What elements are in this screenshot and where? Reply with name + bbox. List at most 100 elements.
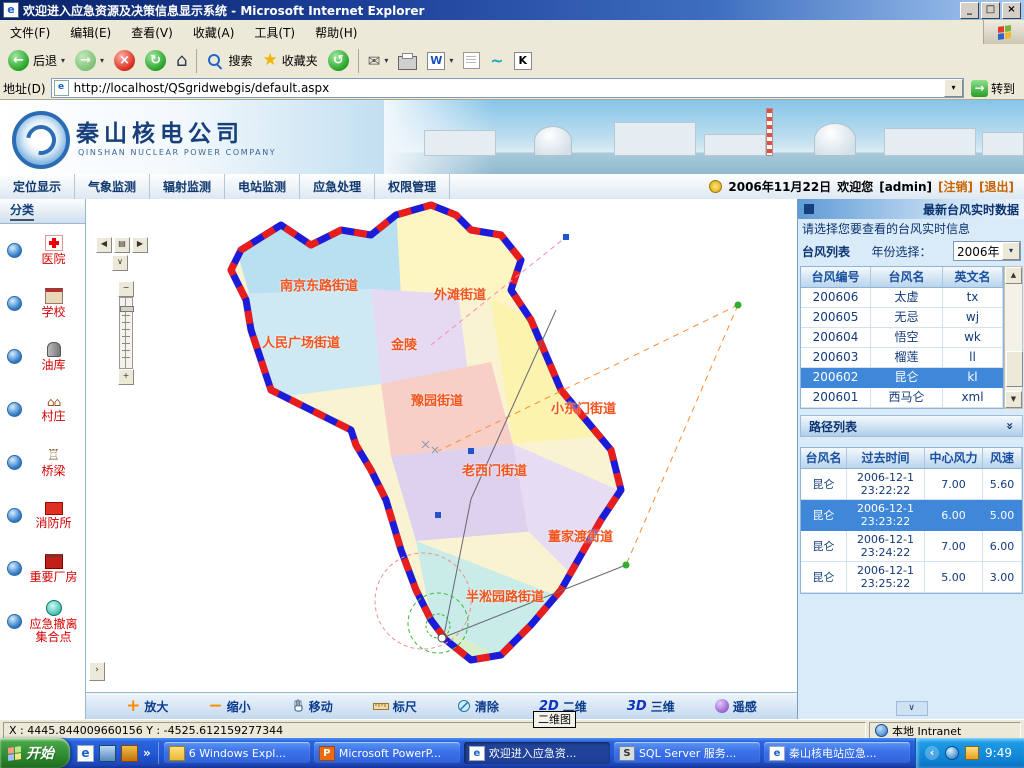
layer-toggle-icon[interactable] — [7, 349, 22, 364]
back-button[interactable]: ← 后退 ▾ — [4, 48, 69, 73]
table-row[interactable]: 昆仑 2006-12-1 23:25:22 5.00 3.00 — [801, 562, 1022, 593]
address-dropdown-icon[interactable]: ▾ — [944, 79, 963, 97]
word-button[interactable]: W ▾ — [423, 50, 457, 72]
layer-toggle-icon[interactable] — [7, 508, 22, 523]
mail-button[interactable]: ✉ ▾ — [364, 50, 393, 72]
sidebar-item-oil-depot[interactable]: 油库 — [0, 330, 85, 383]
layer-toggle-icon[interactable] — [7, 614, 22, 629]
ie-quicklaunch-icon[interactable]: e — [77, 745, 94, 762]
tab-radiation-monitor[interactable]: 辐射监测 — [150, 174, 225, 199]
task-windows-explorer[interactable]: 6 Windows Expl... — [164, 742, 310, 764]
table-row[interactable]: 200604 悟空 wk — [801, 328, 1003, 348]
task-sql-server[interactable]: S SQL Server 服务... — [614, 742, 760, 764]
sidebar-item-assembly-point[interactable]: 应急撤离集合点 — [0, 595, 85, 648]
menu-favorites[interactable]: 收藏(A) — [183, 20, 245, 45]
sidebar-item-village[interactable]: ⌂⌂ 村庄 — [0, 383, 85, 436]
refresh-button[interactable]: ↻ — [141, 48, 170, 73]
tab-location-display[interactable]: 定位显示 — [0, 174, 75, 199]
show-desktop-icon[interactable] — [99, 745, 116, 762]
quicklaunch-overflow-icon[interactable]: » — [143, 746, 151, 760]
table-row[interactable]: 200606 太虚 tx — [801, 288, 1003, 308]
exit-link[interactable]: [退出] — [979, 178, 1014, 195]
k-tool-button[interactable]: K — [510, 50, 536, 72]
map-clear-button[interactable]: 清除 — [457, 698, 499, 715]
taskbar-clock[interactable]: 9:49 — [985, 746, 1012, 760]
favorites-button[interactable]: ★ 收藏夹 — [259, 50, 322, 71]
zoom-in-icon[interactable]: + — [118, 369, 134, 385]
collapse-chevron-icon[interactable]: » — [1003, 422, 1017, 430]
year-select-arrow-icon[interactable]: ▾ — [1002, 242, 1020, 260]
year-select[interactable]: 2006年 ▾ — [953, 241, 1021, 261]
zoom-thumb[interactable] — [120, 306, 134, 312]
sidebar-item-hospital[interactable]: 医院 — [0, 224, 85, 277]
table-row[interactable]: 昆仑 2006-12-1 23:22:22 7.00 5.60 — [801, 469, 1022, 500]
zoom-track[interactable] — [119, 297, 133, 369]
gis-map-canvas[interactable] — [86, 199, 797, 693]
table-row[interactable]: 200603 榴莲 ll — [801, 348, 1003, 368]
tray-volume-icon[interactable] — [965, 746, 979, 760]
back-dropdown-icon[interactable]: ▾ — [61, 56, 65, 65]
list-scrollbar[interactable]: ▲ ▼ — [1004, 266, 1023, 409]
layer-toggle-icon[interactable] — [7, 561, 22, 576]
table-row-selected[interactable]: 200602 昆仑 kl — [801, 368, 1003, 388]
table-row-selected[interactable]: 昆仑 2006-12-1 23:23:22 6.00 5.00 — [801, 500, 1022, 531]
history-button[interactable]: ↺ — [324, 48, 353, 73]
go-button[interactable]: → 转到 — [969, 80, 1021, 97]
scroll-thumb[interactable] — [1006, 351, 1023, 387]
home-button[interactable]: ⌂ — [172, 50, 191, 72]
layer-toggle-icon[interactable] — [7, 296, 22, 311]
pan-center-icon[interactable]: ▤ — [114, 237, 130, 253]
mail-dropdown-icon[interactable]: ▾ — [384, 56, 388, 65]
tray-network-icon[interactable] — [945, 746, 959, 760]
tab-weather-monitor[interactable]: 气象监测 — [75, 174, 150, 199]
table-row[interactable]: 200605 无忌 wj — [801, 308, 1003, 328]
tab-emergency-handling[interactable]: 应急处理 — [300, 174, 375, 199]
layer-toggle-icon[interactable] — [7, 455, 22, 470]
maximize-button[interactable]: □ — [981, 2, 1000, 19]
pan-down-icon[interactable]: ∨ — [112, 255, 128, 271]
forward-button[interactable]: → ▾ — [71, 48, 108, 73]
sidebar-item-fire-station[interactable]: 消防所 — [0, 489, 85, 542]
chevron-down-icon[interactable]: ∨ — [896, 701, 928, 716]
sidebar-item-key-plant[interactable]: 重要厂房 — [0, 542, 85, 595]
sidebar-item-bridge[interactable]: ♖ 桥梁 — [0, 436, 85, 489]
task-powerpoint[interactable]: P Microsoft PowerP... — [314, 742, 460, 764]
task-qinshan-app[interactable]: e 秦山核电站应急... — [764, 742, 910, 764]
print-button[interactable] — [394, 50, 421, 72]
menu-help[interactable]: 帮助(H) — [305, 20, 367, 45]
tab-permission-mgmt[interactable]: 权限管理 — [375, 174, 450, 199]
search-button[interactable]: 搜索 — [202, 50, 256, 72]
messenger-button[interactable]: ∼ — [486, 49, 507, 72]
logout-link[interactable]: [注销] — [938, 178, 973, 195]
layer-toggle-icon[interactable] — [7, 402, 22, 417]
path-list-bar[interactable]: 路径列表 » — [800, 415, 1023, 437]
menu-file[interactable]: 文件(F) — [0, 20, 60, 45]
table-row[interactable]: 昆仑 2006-12-1 23:24:22 7.00 6.00 — [801, 531, 1022, 562]
menu-view[interactable]: 查看(V) — [121, 20, 183, 45]
menu-edit[interactable]: 编辑(E) — [60, 20, 121, 45]
map-3d-button[interactable]: 3D 三维 — [627, 698, 675, 715]
map-ruler-button[interactable]: 标尺 — [373, 698, 417, 715]
pan-left-icon[interactable]: ◀ — [96, 237, 112, 253]
layer-toggle-icon[interactable] — [7, 243, 22, 258]
stop-button[interactable]: × — [110, 48, 139, 73]
sidebar-expander-button[interactable]: › — [89, 662, 105, 681]
title-bar[interactable]: e 欢迎进入应急资源及决策信息显示系统 - Microsoft Internet… — [0, 0, 1024, 20]
pan-right-icon[interactable]: ▶ — [132, 237, 148, 253]
close-button[interactable]: × — [1002, 2, 1021, 19]
zoom-out-icon[interactable]: − — [118, 281, 134, 297]
map-pan-button[interactable]: 移动 — [291, 698, 333, 715]
map-remote-sensing-button[interactable]: 遥感 — [715, 698, 757, 715]
panel-bottom-collapse[interactable]: ∨ — [798, 701, 1024, 716]
minimize-button[interactable]: _ — [960, 2, 979, 19]
task-ie-current[interactable]: e 欢迎进入应急资... — [464, 742, 610, 764]
table-row[interactable]: 200601 西马仑 xml — [801, 388, 1003, 408]
menu-tools[interactable]: 工具(T) — [244, 20, 305, 45]
tray-collapse-icon[interactable]: ‹ — [925, 746, 939, 760]
word-dropdown-icon[interactable]: ▾ — [449, 56, 453, 65]
map-zoom-out-button[interactable]: − 缩小 — [208, 698, 250, 715]
map-zoom-in-button[interactable]: + 放大 — [126, 698, 168, 715]
media-quicklaunch-icon[interactable] — [121, 745, 138, 762]
zoom-slider[interactable]: − + — [119, 281, 133, 385]
forward-dropdown-icon[interactable]: ▾ — [100, 56, 104, 65]
